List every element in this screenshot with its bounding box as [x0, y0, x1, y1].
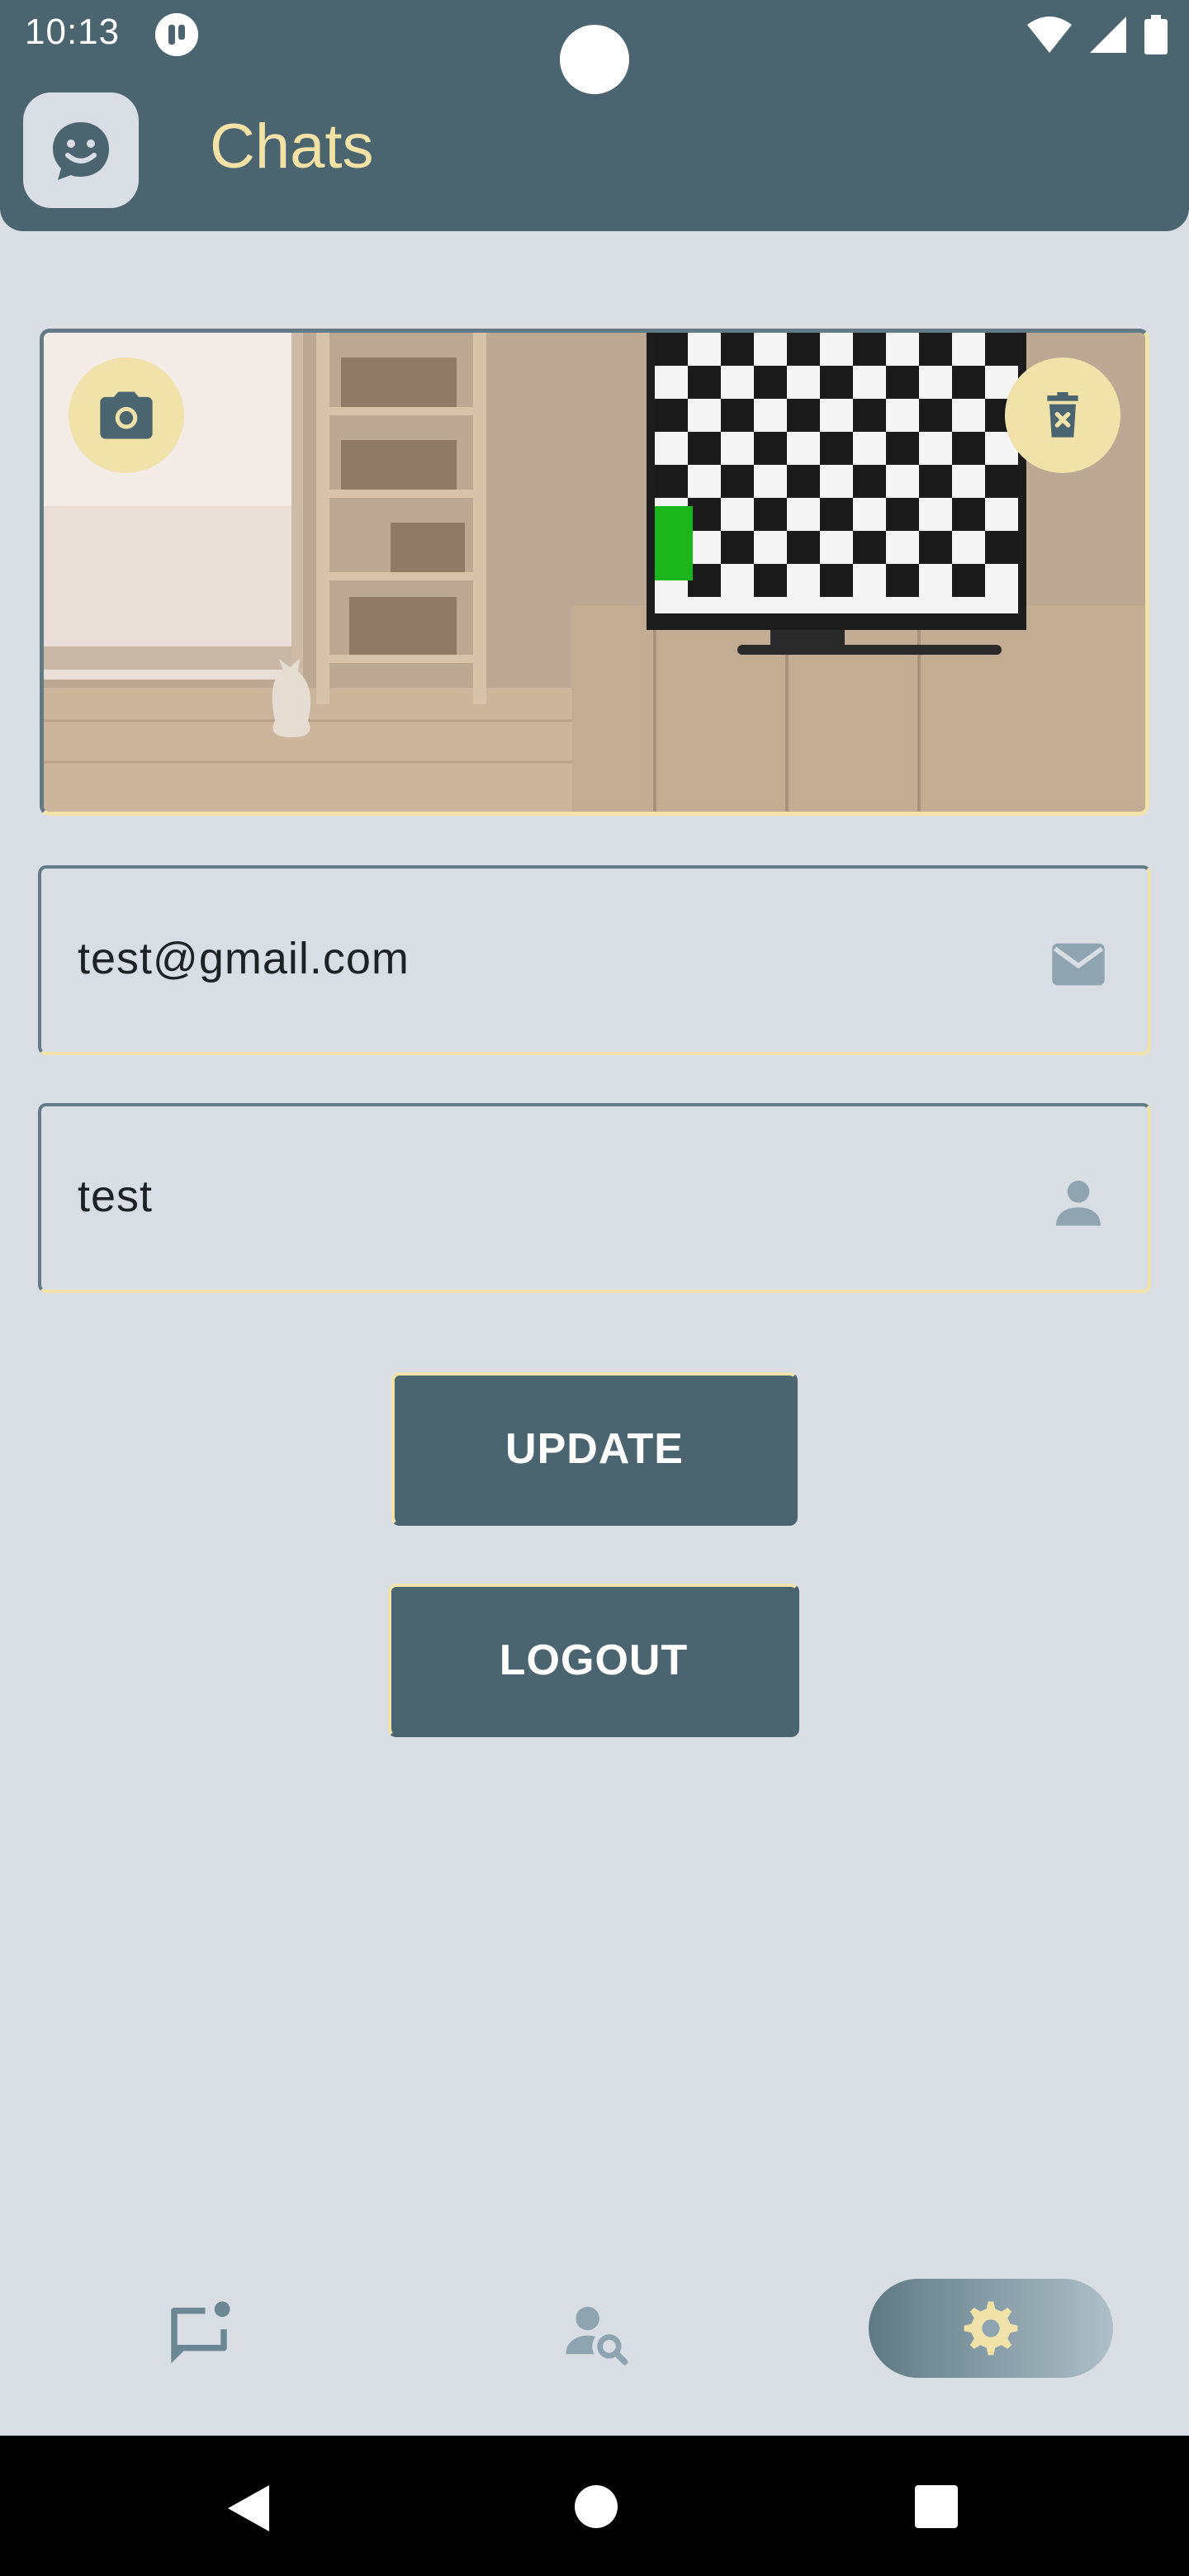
page-title: Chats: [210, 111, 374, 182]
front-camera: [560, 25, 629, 94]
person-icon: [1047, 1171, 1110, 1234]
email-field[interactable]: test@gmail.com: [38, 865, 1151, 1055]
username-field[interactable]: test: [38, 1103, 1151, 1293]
nav-search-users[interactable]: [558, 2295, 632, 2370]
logout-button[interactable]: LOGOUT: [388, 1584, 799, 1737]
signal-icon: [1090, 17, 1126, 53]
username-value[interactable]: test: [78, 1171, 153, 1222]
mail-icon: [1047, 933, 1110, 996]
change-photo-button[interactable]: [69, 358, 184, 473]
trash-x-icon: [1047, 392, 1078, 438]
profile-image[interactable]: [40, 329, 1149, 816]
app-logo[interactable]: [23, 92, 139, 208]
recents-icon[interactable]: [915, 2485, 958, 2528]
system-nav-bar: [0, 2436, 1189, 2576]
gear-icon: [964, 2301, 1018, 2356]
camera-icon: [100, 391, 153, 439]
home-icon[interactable]: [575, 2485, 618, 2528]
app-bar: 10:13 Chats: [0, 0, 1189, 231]
chat-smile-icon: [53, 122, 109, 180]
status-time: 10:13: [25, 12, 121, 52]
wifi-icon: [1027, 17, 1072, 53]
update-button[interactable]: UPDATE: [391, 1372, 798, 1526]
status-icons: [1027, 12, 1168, 58]
chat-notification-icon: [171, 2301, 230, 2364]
room-illustration: [44, 333, 1145, 812]
battery-icon: [1144, 15, 1168, 54]
nav-settings[interactable]: [869, 2279, 1113, 2378]
person-search-icon: [566, 2306, 628, 2365]
delete-photo-button[interactable]: [1005, 358, 1120, 473]
email-value[interactable]: test@gmail.com: [78, 933, 410, 984]
tv-checkerboard: [655, 333, 1018, 613]
nav-chats[interactable]: [162, 2295, 236, 2370]
back-icon[interactable]: [225, 2484, 271, 2533]
notification-badge-icon: [155, 13, 198, 56]
